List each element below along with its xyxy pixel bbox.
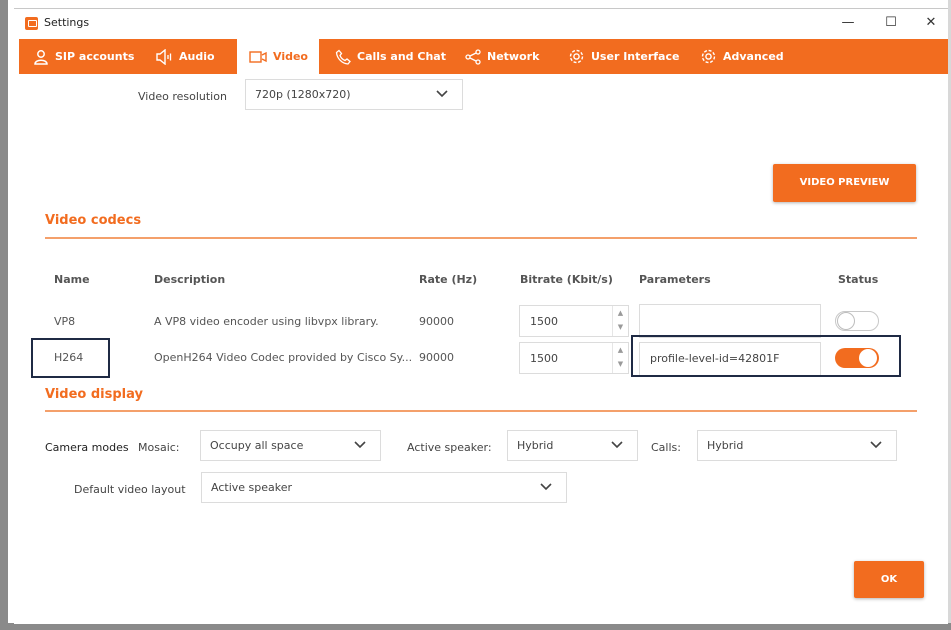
column-header-name: Name [54,273,90,286]
codec-name: VP8 [54,315,76,328]
video-resolution-select[interactable]: 720p (1280x720) [245,79,463,110]
select-value: Hybrid [517,439,554,452]
tab-audio[interactable]: Audio [149,39,229,74]
chevron-down-icon [611,441,623,449]
gear-icon [701,49,716,64]
bitrate-stepper[interactable]: 1500 ▲ ▼ [519,342,629,374]
stepper-arrows[interactable]: ▲ ▼ [612,306,628,336]
tab-network[interactable]: Network [459,39,554,74]
tab-video[interactable]: Video [237,39,319,74]
column-header-status: Status [838,273,879,286]
user-icon [34,49,48,65]
tab-label: User Interface [591,50,680,63]
bitrate-value: 1500 [530,315,558,328]
video-codecs-title: Video codecs [45,213,142,228]
select-value: Active speaker [211,481,293,494]
section-divider [45,410,917,412]
tab-label: Network [487,50,540,63]
tab-user-interface[interactable]: User Interface [562,39,687,74]
default-video-layout-label: Default video layout [74,483,186,496]
tab-advanced[interactable]: Advanced [694,39,794,74]
window-frame-bottom [0,623,951,630]
column-header-bitrate: Bitrate (Kbit/s) [520,273,613,286]
highlight-box [31,338,110,378]
video-resolution-label: Video resolution [138,90,227,103]
chevron-down-icon [870,441,882,449]
tab-label: Video [273,50,308,63]
stepper-arrows[interactable]: ▲ ▼ [612,343,628,373]
window-title: Settings [44,16,90,29]
share-icon [465,48,481,65]
active-speaker-label: Active speaker: [407,441,492,454]
camera-icon [249,50,267,63]
settings-window: Settings — ☐ ✕ SIP accounts Audio Video … [14,8,948,624]
calls-select[interactable]: Hybrid [697,430,897,461]
minimize-button[interactable]: — [837,13,859,33]
column-header-description: Description [154,273,226,286]
highlight-box [631,335,901,377]
codec-description: OpenH264 Video Codec provided by Cisco S… [154,351,413,364]
select-value: Hybrid [707,439,744,452]
ok-button[interactable]: OK [854,561,924,598]
parameters-field[interactable] [639,304,821,338]
codec-status-toggle[interactable] [835,311,879,331]
chevron-down-icon [436,90,448,98]
tab-label: Audio [179,50,215,63]
codec-description: A VP8 video encoder using libvpx library… [154,315,379,328]
chevron-down-icon [540,483,552,491]
select-value: Occupy all space [210,439,304,452]
bitrate-stepper[interactable]: 1500 ▲ ▼ [519,305,629,337]
speaker-icon [156,48,172,65]
default-video-layout-select[interactable]: Active speaker [201,472,567,503]
toggle-knob [837,312,855,330]
column-header-rate: Rate (Hz) [419,273,478,286]
tab-label: Calls and Chat [357,50,446,63]
calls-label: Calls: [651,441,681,454]
chevron-down-icon [354,441,366,449]
camera-modes-label: Camera modes [45,441,129,454]
select-value: 720p (1280x720) [255,88,351,101]
maximize-button[interactable]: ☐ [880,13,902,33]
video-preview-button[interactable]: VIDEO PREVIEW [773,164,916,202]
title-bar: Settings — ☐ ✕ [14,9,948,37]
codec-rate: 90000 [419,315,454,328]
bitrate-value: 1500 [530,352,558,365]
tab-label: SIP accounts [55,50,135,63]
mosaic-select[interactable]: Occupy all space [200,430,381,461]
tab-calls-and-chat[interactable]: Calls and Chat [329,39,454,74]
section-divider [45,237,917,239]
video-display-title: Video display [45,387,143,402]
column-header-parameters: Parameters [639,273,711,286]
phone-icon [335,49,351,65]
settings-tab-bar: SIP accounts Audio Video Calls and Chat … [19,39,948,74]
active-speaker-select[interactable]: Hybrid [507,430,638,461]
mosaic-label: Mosaic: [138,441,180,454]
window-frame-left [0,0,8,630]
codec-rate: 90000 [419,351,454,364]
tab-label: Advanced [723,50,784,63]
close-button[interactable]: ✕ [920,13,942,33]
gear-icon [569,49,584,64]
tab-sip-accounts[interactable]: SIP accounts [27,39,137,74]
app-logo-icon [25,17,38,30]
